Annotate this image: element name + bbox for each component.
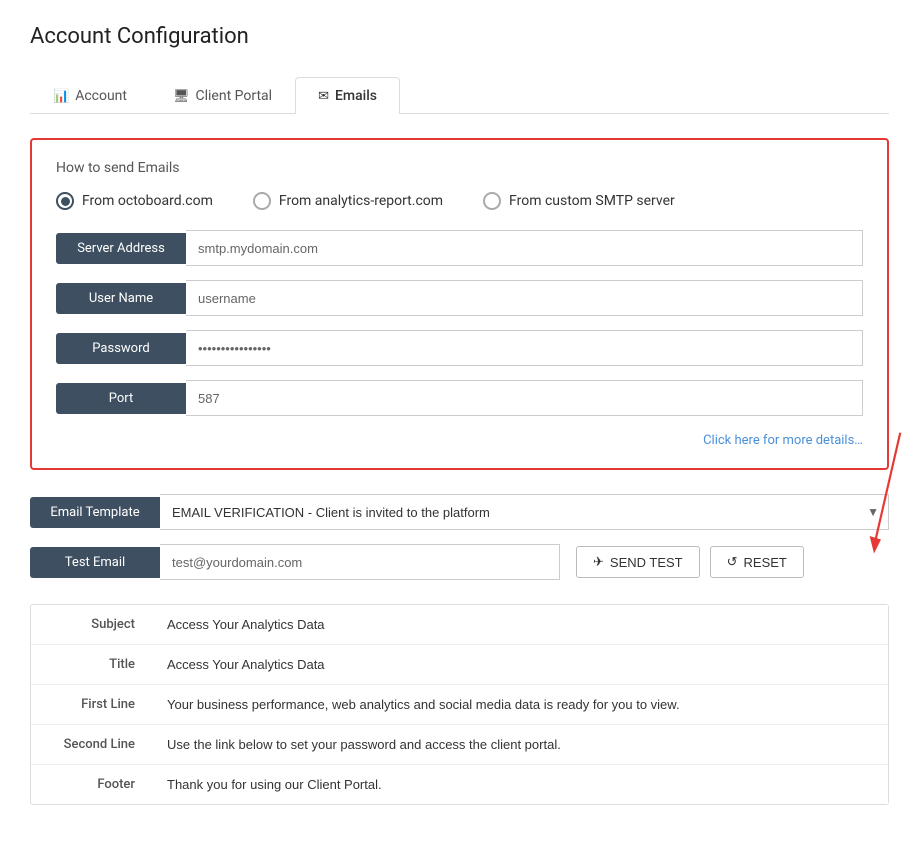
server-address-row: Server Address	[56, 230, 863, 266]
send-test-label: SEND TEST	[610, 555, 683, 570]
field-label-subject: Subject	[31, 605, 151, 644]
email-template-row: Email Template EMAIL VERIFICATION - Clie…	[30, 494, 889, 530]
tabs-nav: 📊 Account 🖥 Client Portal ✉ Emails	[30, 77, 889, 114]
tab-emails-label: Emails	[335, 88, 377, 104]
field-label-second-line: Second Line	[31, 725, 151, 764]
field-row-footer: Footer	[31, 765, 888, 804]
radio-custom-smtp-label: From custom SMTP server	[509, 193, 675, 209]
radio-octoboard[interactable]: From octoboard.com	[56, 192, 213, 210]
email-template-select[interactable]: EMAIL VERIFICATION - Client is invited t…	[160, 494, 889, 530]
details-link-container: Click here for more details…	[56, 432, 863, 448]
radio-octoboard-circle	[56, 192, 74, 210]
radio-octoboard-label: From octoboard.com	[82, 193, 213, 209]
client-portal-icon: 🖥	[173, 89, 190, 104]
test-actions: ✈ SEND TEST ↺ RESET	[576, 546, 804, 578]
field-label-footer: Footer	[31, 765, 151, 804]
email-template-label: Email Template	[30, 497, 160, 528]
field-label-first-line: First Line	[31, 685, 151, 724]
field-input-second-line[interactable]	[151, 725, 888, 764]
field-row-second-line: Second Line	[31, 725, 888, 765]
port-label: Port	[56, 383, 186, 414]
username-input[interactable]	[186, 280, 863, 316]
radio-analytics[interactable]: From analytics-report.com	[253, 192, 443, 210]
tab-account[interactable]: 📊 Account	[30, 77, 150, 114]
field-label-title: Title	[31, 645, 151, 684]
password-input[interactable]	[186, 330, 863, 366]
password-row: Password	[56, 330, 863, 366]
radio-custom-smtp[interactable]: From custom SMTP server	[483, 192, 675, 210]
reset-label: RESET	[744, 555, 787, 570]
field-input-subject[interactable]	[151, 605, 888, 644]
tab-emails[interactable]: ✉ Emails	[295, 77, 400, 114]
test-email-input[interactable]	[160, 544, 560, 580]
email-template-select-wrapper: EMAIL VERIFICATION - Client is invited t…	[160, 494, 889, 530]
reset-button[interactable]: ↺ RESET	[710, 546, 804, 578]
field-row-title: Title	[31, 645, 888, 685]
reset-icon: ↺	[727, 554, 738, 570]
username-label: User Name	[56, 283, 186, 314]
send-icon: ✈	[593, 554, 604, 570]
tab-client-portal[interactable]: 🖥 Client Portal	[150, 77, 295, 114]
email-fields-section: Subject Title First Line Second Line Foo…	[30, 604, 889, 805]
emails-icon: ✉	[318, 89, 329, 104]
username-row: User Name	[56, 280, 863, 316]
field-input-title[interactable]	[151, 645, 888, 684]
field-row-first-line: First Line	[31, 685, 888, 725]
server-address-label: Server Address	[56, 233, 186, 264]
field-input-footer[interactable]	[151, 765, 888, 804]
test-email-row: Test Email ✈ SEND TEST ↺ RESET	[30, 544, 889, 580]
port-input[interactable]	[186, 380, 863, 416]
tab-account-label: Account	[75, 88, 127, 104]
test-email-label: Test Email	[30, 547, 160, 578]
smtp-section: How to send Emails From octoboard.com Fr…	[30, 138, 889, 470]
radio-group-send-method: From octoboard.com From analytics-report…	[56, 192, 863, 210]
smtp-section-title: How to send Emails	[56, 160, 863, 176]
password-label: Password	[56, 333, 186, 364]
port-row: Port	[56, 380, 863, 416]
tab-client-portal-label: Client Portal	[196, 88, 273, 104]
send-test-button[interactable]: ✈ SEND TEST	[576, 546, 700, 578]
details-link[interactable]: Click here for more details…	[703, 433, 863, 448]
field-row-subject: Subject	[31, 605, 888, 645]
field-input-first-line[interactable]	[151, 685, 888, 724]
server-address-input[interactable]	[186, 230, 863, 266]
page-title: Account Configuration	[30, 24, 889, 49]
radio-analytics-circle	[253, 192, 271, 210]
account-icon: 📊	[53, 89, 69, 104]
radio-custom-smtp-circle	[483, 192, 501, 210]
test-area-wrapper: Email Template EMAIL VERIFICATION - Clie…	[30, 494, 889, 580]
radio-analytics-label: From analytics-report.com	[279, 193, 443, 209]
